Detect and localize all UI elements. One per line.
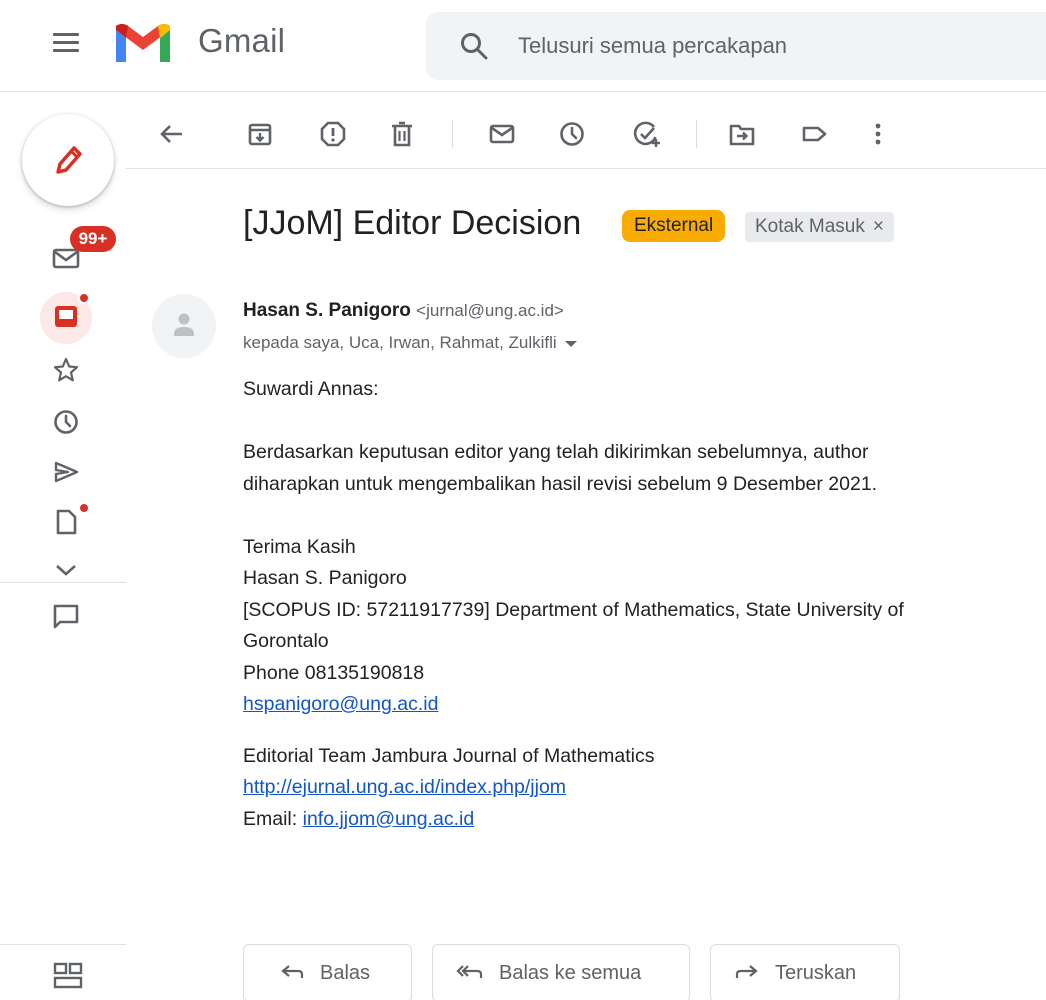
snoozed-nav-item[interactable] (48, 404, 84, 440)
add-to-tasks-button[interactable] (626, 114, 666, 154)
signature-name: Hasan S. Panigoro (243, 567, 407, 589)
inbox-label-text: Kotak Masuk (755, 216, 865, 237)
archive-icon (248, 123, 272, 146)
sender-email: <jurnal@ung.ac.id> (416, 301, 564, 320)
more-nav-item[interactable] (48, 556, 84, 582)
forward-icon (735, 965, 758, 978)
inbox-icon (55, 306, 77, 327)
editorial-team: Editorial Team Jambura Journal of Mathem… (243, 744, 655, 767)
report-spam-icon (320, 121, 346, 147)
recipients-text: kepada saya, Uca, Irwan, Rahmat, Zulkifl… (243, 333, 557, 352)
move-to-icon (729, 124, 755, 146)
draft-icon (56, 509, 77, 535)
drafts-notification-dot (78, 502, 90, 514)
mark-unread-button[interactable] (482, 114, 522, 154)
sender-name[interactable]: Hasan S. Panigoro (243, 300, 411, 321)
labels-button[interactable] (794, 114, 834, 154)
top-bar: Gmail (0, 0, 1046, 92)
rail-divider (0, 582, 126, 583)
body-line: diharapkan untuk mengembalikan hasil rev… (243, 472, 878, 495)
snoozed-clock-icon (54, 410, 78, 434)
starred-nav-item[interactable] (48, 352, 84, 388)
remove-label-icon[interactable]: × (873, 216, 884, 237)
unread-count-badge: 99+ (70, 226, 116, 252)
signature-affiliation: [SCOPUS ID: 57211917739] Department of M… (243, 598, 904, 653)
snooze-button[interactable] (552, 114, 592, 154)
search-icon[interactable] (456, 28, 492, 64)
pencil-icon (56, 146, 82, 174)
back-button[interactable] (152, 114, 192, 154)
toolbar-divider (126, 168, 1046, 169)
star-icon (53, 357, 79, 382)
label-icon (802, 126, 827, 142)
report-spam-button[interactable] (313, 114, 353, 154)
recipients-line[interactable]: kepada saya, Uca, Irwan, Rahmat, Zulkifl… (243, 333, 577, 353)
delete-button[interactable] (382, 114, 422, 154)
forward-button[interactable]: Teruskan (710, 944, 900, 1000)
reply-label: Balas (320, 961, 371, 984)
separator-line: ________________________________________… (243, 714, 866, 729)
rail-divider-bottom (0, 944, 126, 945)
apps-grid-icon[interactable] (50, 958, 86, 994)
compose-button[interactable] (22, 114, 114, 206)
sender-avatar[interactable] (152, 294, 216, 358)
sender-info: Hasan S. Panigoro <jurnal@ung.ac.id> (243, 300, 564, 322)
reply-icon (281, 965, 304, 978)
back-arrow-icon (160, 125, 182, 143)
body-line: Berdasarkan keputusan editor yang telah … (243, 441, 869, 463)
reply-all-label: Balas ke semua (499, 961, 642, 984)
snooze-icon (560, 122, 584, 146)
more-options-button[interactable] (858, 114, 898, 154)
search-input[interactable] (518, 30, 938, 62)
add-task-icon (633, 121, 660, 147)
reply-button[interactable]: Balas (243, 944, 412, 1000)
inbox-notification-dot (78, 292, 90, 304)
main-menu-icon[interactable] (44, 24, 88, 60)
app-name: Gmail (198, 22, 286, 59)
contact-prefix: Email: (243, 807, 303, 830)
chevron-down-icon (56, 565, 76, 576)
toolbar-separator (452, 120, 453, 148)
reply-all-button[interactable]: Balas ke semua (432, 944, 690, 1000)
inbox-nav-item[interactable] (48, 298, 84, 334)
delete-icon (392, 121, 412, 147)
move-to-button[interactable] (722, 114, 762, 154)
closing: Terima Kasih (243, 535, 356, 558)
show-details-icon[interactable] (564, 340, 577, 347)
external-label[interactable]: Eksternal (622, 210, 726, 242)
gmail-logo-icon[interactable] (112, 20, 174, 66)
sent-nav-item[interactable] (48, 454, 84, 490)
forward-label: Teruskan (775, 961, 857, 984)
reply-all-icon (456, 965, 483, 978)
chat-nav-item[interactable] (48, 598, 84, 634)
more-icon (875, 123, 881, 145)
sent-icon (54, 461, 79, 483)
chat-icon (53, 604, 79, 629)
toolbar-separator (696, 120, 697, 148)
contact-email-link[interactable]: info.jjom@ung.ac.id (303, 808, 475, 830)
email-subject: [JJoM] Editor Decision (243, 204, 582, 242)
greeting: Suwardi Annas: (243, 378, 379, 400)
signature-phone: Phone 08135190818 (243, 661, 425, 684)
mark-unread-icon (489, 124, 515, 144)
journal-url-link[interactable]: http://ejurnal.ung.ac.id/index.php/jjom (243, 776, 566, 798)
search-bar[interactable] (426, 12, 1046, 80)
archive-button[interactable] (240, 114, 280, 154)
email-body: Suwardi Annas: Berdasarkan keputusan edi… (243, 374, 1003, 835)
signature-email-link[interactable]: hspanigoro@ung.ac.id (243, 693, 438, 715)
inbox-label[interactable]: Kotak Masuk × (745, 212, 894, 242)
person-icon (174, 313, 194, 336)
